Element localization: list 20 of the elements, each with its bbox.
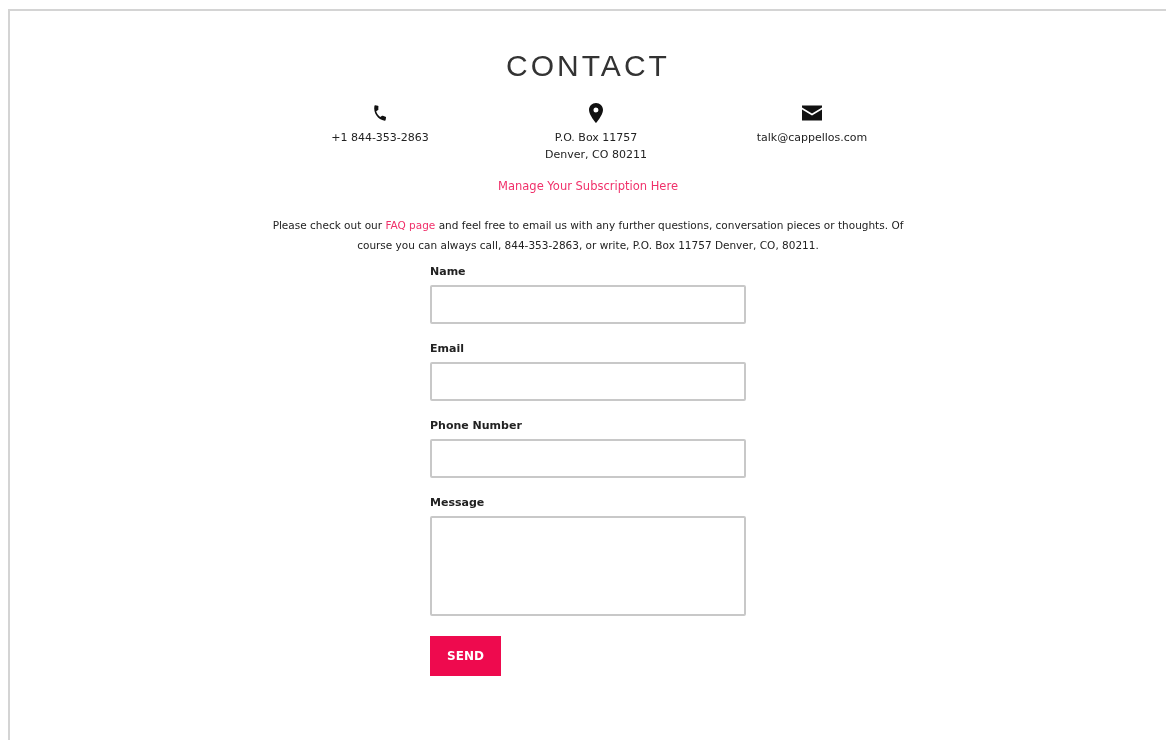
input-field[interactable]: [430, 285, 746, 324]
send-button[interactable]: SEND: [430, 636, 501, 676]
faq-link[interactable]: FAQ page: [385, 219, 436, 231]
field-label: Phone Number: [430, 419, 522, 432]
input-field[interactable]: [430, 439, 746, 478]
intro-paragraph: Please check out our FAQ page and feel free to email us with any further questions, conversation pieces or thoughts. Of course you can always call, 844-353-2863, or write, P.O. Box 11757 Denver, CO, 80211.: [271, 218, 905, 253]
subscription-link[interactable]: Manage Your Subscription Here: [498, 179, 678, 193]
field-label: Email: [430, 342, 464, 355]
contact-text: P.O. Box 11757: [554, 131, 638, 144]
map-pin-icon: [589, 103, 603, 123]
page-title: CONTACT: [506, 49, 670, 83]
input-field[interactable]: [430, 362, 746, 401]
message-field[interactable]: [430, 516, 746, 616]
phone-icon: [371, 103, 389, 123]
contact-text: +1 844-353-2863: [331, 131, 429, 144]
envelope-icon: [802, 103, 822, 123]
contact-text: talk@cappellos.com: [756, 131, 868, 144]
field-label: Message: [430, 496, 485, 509]
contact-text: Denver, CO 80211: [545, 148, 647, 161]
field-label: Name: [430, 265, 466, 278]
